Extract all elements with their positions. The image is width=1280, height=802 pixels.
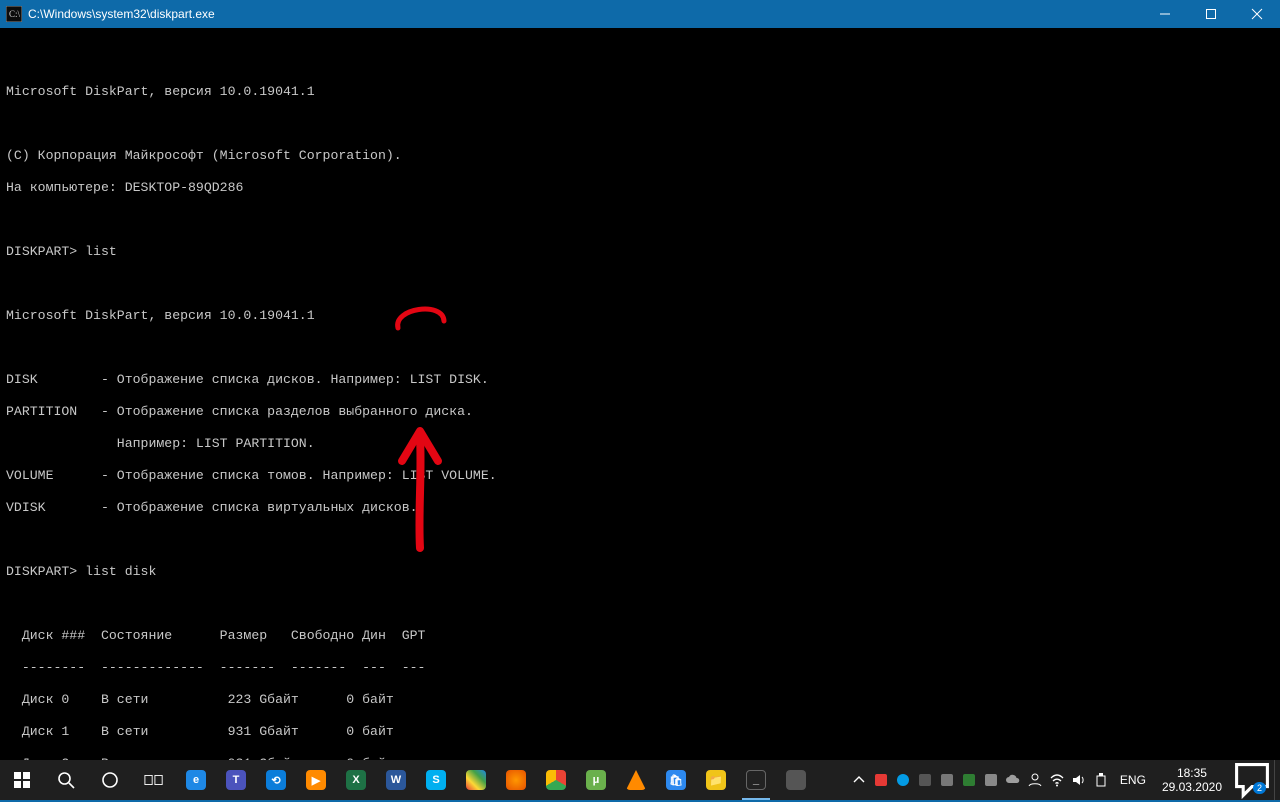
- diskpart-window: C:\ C:\Windows\system32\diskpart.exe Mic…: [0, 0, 1280, 760]
- line: [6, 212, 1274, 228]
- prompt-line: DISKPART> list: [6, 244, 1274, 260]
- table-row: Диск 0 В сети 223 Gбайт 0 байт: [6, 692, 1274, 708]
- tray-safely-remove-icon[interactable]: [1090, 760, 1112, 800]
- taskbar-app-skype[interactable]: S: [416, 760, 456, 800]
- search-icon: [56, 770, 76, 790]
- taskbar-app-edge[interactable]: e: [176, 760, 216, 800]
- cloud-icon: [1005, 772, 1021, 788]
- chevron-up-icon: [851, 772, 867, 788]
- taskbar-app-teams[interactable]: T: [216, 760, 256, 800]
- start-button[interactable]: [0, 760, 44, 800]
- line: Microsoft DiskPart, версия 10.0.19041.1: [6, 84, 1274, 100]
- taskbar-app-cmd[interactable]: _: [736, 760, 776, 800]
- people-icon: [1027, 772, 1043, 788]
- line: Microsoft DiskPart, версия 10.0.19041.1: [6, 308, 1274, 324]
- taskbar: e T ⟲ ▶ X W S μ 🛍 📁 _ ENG 18:35 29.03.20: [0, 760, 1280, 800]
- line: DISK - Отображение списка дисков. Наприм…: [6, 372, 1274, 388]
- search-button[interactable]: [44, 760, 88, 800]
- tray-icon-3[interactable]: [914, 760, 936, 800]
- show-desktop-button[interactable]: [1274, 760, 1280, 800]
- prompt-line: DISKPART> list disk: [6, 564, 1274, 580]
- table-sep: -------- ------------- ------- ------- -…: [6, 660, 1274, 676]
- line: VDISK - Отображение списка виртуальных д…: [6, 500, 1274, 516]
- taskbar-app-firefox[interactable]: [496, 760, 536, 800]
- cortana-icon: [100, 770, 120, 790]
- window-title: C:\Windows\system32\diskpart.exe: [28, 7, 215, 21]
- tray-icon-4[interactable]: [936, 760, 958, 800]
- language-indicator[interactable]: ENG: [1112, 773, 1154, 787]
- line: VOLUME - Отображение списка томов. Напри…: [6, 468, 1274, 484]
- line: PARTITION - Отображение списка разделов …: [6, 404, 1274, 420]
- terminal-output[interactable]: Microsoft DiskPart, версия 10.0.19041.1 …: [0, 28, 1280, 760]
- line: [6, 276, 1274, 292]
- tray-network-icon[interactable]: [1046, 760, 1068, 800]
- line: На компьютере: DESKTOP-89QD286: [6, 180, 1274, 196]
- taskbar-app-explorer[interactable]: 📁: [696, 760, 736, 800]
- svg-text:C:\: C:\: [9, 9, 21, 19]
- windows-icon: [12, 770, 32, 790]
- taskbar-app-excel[interactable]: X: [336, 760, 376, 800]
- task-view-icon: [144, 770, 164, 790]
- maximize-button[interactable]: [1188, 0, 1234, 28]
- titlebar[interactable]: C:\ C:\Windows\system32\diskpart.exe: [0, 0, 1280, 28]
- line: (C) Корпорация Майкрософт (Microsoft Cor…: [6, 148, 1274, 164]
- taskbar-app-media1[interactable]: ⟲: [256, 760, 296, 800]
- cmd-icon: C:\: [6, 6, 22, 22]
- line: [6, 596, 1274, 612]
- task-view-button[interactable]: [132, 760, 176, 800]
- taskbar-app-player[interactable]: ▶: [296, 760, 336, 800]
- taskbar-app-torrent[interactable]: μ: [576, 760, 616, 800]
- line: Например: LIST PARTITION.: [6, 436, 1274, 452]
- tray-volume-icon[interactable]: [1068, 760, 1090, 800]
- tray-icon-1[interactable]: [870, 760, 892, 800]
- taskbar-app-other[interactable]: [776, 760, 816, 800]
- tray-icon-5[interactable]: [958, 760, 980, 800]
- taskbar-app-vlc[interactable]: [616, 760, 656, 800]
- cortana-button[interactable]: [88, 760, 132, 800]
- line: [6, 532, 1274, 548]
- clock-time: 18:35: [1162, 766, 1222, 780]
- taskbar-app-word[interactable]: W: [376, 760, 416, 800]
- notification-icon: [1230, 758, 1274, 802]
- line: [6, 116, 1274, 132]
- clock-date: 29.03.2020: [1162, 780, 1222, 794]
- tray-show-hidden[interactable]: [848, 760, 870, 800]
- clock[interactable]: 18:35 29.03.2020: [1154, 766, 1230, 794]
- taskbar-app-store[interactable]: 🛍: [656, 760, 696, 800]
- taskbar-app-chrome[interactable]: [536, 760, 576, 800]
- tray-people-icon[interactable]: [1024, 760, 1046, 800]
- minimize-button[interactable]: [1142, 0, 1188, 28]
- tray-onedrive-icon[interactable]: [1002, 760, 1024, 800]
- action-center-button[interactable]: 2: [1230, 760, 1274, 800]
- volume-icon: [1071, 772, 1087, 788]
- usb-icon: [1093, 772, 1109, 788]
- line: [6, 340, 1274, 356]
- table-header: Диск ### Состояние Размер Свободно Дин G…: [6, 628, 1274, 644]
- tray-icon-2[interactable]: [892, 760, 914, 800]
- wifi-icon: [1049, 772, 1065, 788]
- line: [6, 52, 1274, 68]
- table-row: Диск 1 В сети 931 Gбайт 0 байт: [6, 724, 1274, 740]
- taskbar-app-picasa[interactable]: [456, 760, 496, 800]
- notification-badge: 2: [1253, 782, 1266, 794]
- close-button[interactable]: [1234, 0, 1280, 28]
- tray-icon-6[interactable]: [980, 760, 1002, 800]
